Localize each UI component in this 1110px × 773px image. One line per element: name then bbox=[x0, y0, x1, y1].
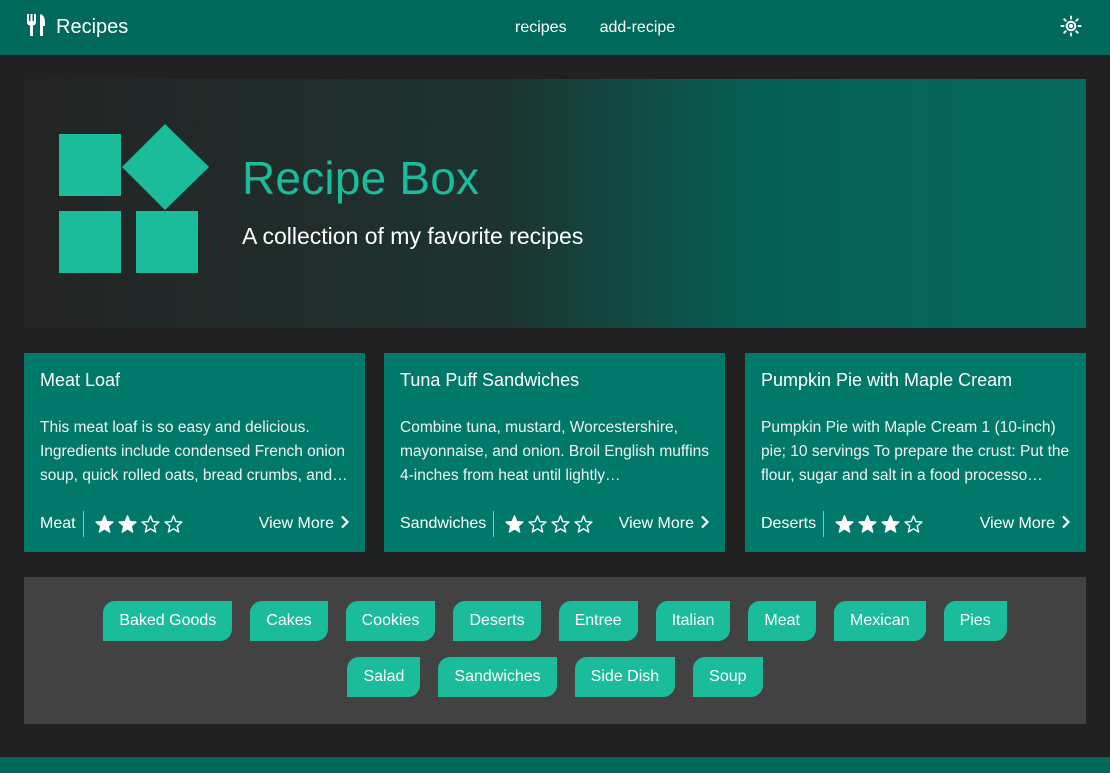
brand-label: Recipes bbox=[56, 16, 129, 38]
recipe-card: Tuna Puff Sandwiches Combine tuna, musta… bbox=[384, 353, 725, 552]
recipe-category-label: Meat bbox=[40, 511, 84, 537]
chevron-right-icon bbox=[340, 515, 350, 534]
star-outline-icon bbox=[574, 514, 593, 533]
star-rating bbox=[94, 514, 184, 535]
recipe-card-title: Tuna Puff Sandwiches bbox=[400, 370, 580, 390]
recipe-category-label: Sandwiches bbox=[400, 511, 495, 537]
star-rating bbox=[504, 514, 594, 535]
category-tag-pies[interactable]: Pies bbox=[943, 601, 1007, 641]
recipe-card-description: This meat loaf is so easy and delicious.… bbox=[40, 419, 348, 484]
recipe-card: Pumpkin Pie with Maple Cream Pumpkin Pie… bbox=[745, 353, 1086, 552]
category-tag-side-dish[interactable]: Side Dish bbox=[574, 657, 676, 697]
view-more-link[interactable]: View More bbox=[980, 515, 1071, 534]
star-outline-icon bbox=[904, 514, 923, 533]
category-tag-meat[interactable]: Meat bbox=[748, 601, 816, 641]
brand-link[interactable]: Recipes bbox=[26, 0, 128, 55]
category-tag-entree[interactable]: Entree bbox=[558, 601, 638, 641]
chevron-right-icon bbox=[700, 515, 710, 534]
nav-link-add-recipe[interactable]: add-recipe bbox=[600, 19, 676, 37]
recipe-card-footer: Meat View More bbox=[40, 511, 350, 537]
category-tag-list: Baked Goods Cakes Cookies Deserts Entree Ital… bbox=[24, 601, 1086, 697]
star-outline-icon bbox=[551, 514, 570, 533]
star-rating bbox=[834, 514, 924, 535]
hero-banner: Recipe Box A collection of my favorite r… bbox=[24, 79, 1086, 328]
recipe-card: Meat Loaf This meat loaf is so easy and … bbox=[24, 353, 365, 552]
recipe-card-description: Pumpkin Pie with Maple Cream 1 (10-inch)… bbox=[761, 419, 1070, 484]
recipe-category-label: Deserts bbox=[761, 511, 825, 537]
category-tag-soup[interactable]: Soup bbox=[693, 657, 763, 697]
category-tag-deserts[interactable]: Deserts bbox=[453, 601, 541, 641]
category-tag-sandwiches[interactable]: Sandwiches bbox=[438, 657, 557, 697]
nav-link-recipes[interactable]: recipes bbox=[515, 19, 567, 37]
hero-title: Recipe Box bbox=[242, 152, 480, 204]
recipe-card-title: Pumpkin Pie with Maple Cream bbox=[761, 370, 1013, 390]
top-navbar: Recipes recipes add-recipe bbox=[0, 0, 1110, 55]
star-outline-icon bbox=[528, 514, 547, 533]
view-more-label: View More bbox=[979, 515, 1055, 532]
footer-bar bbox=[0, 757, 1110, 773]
category-tag-salad[interactable]: Salad bbox=[347, 657, 421, 697]
chevron-right-icon bbox=[1061, 515, 1071, 534]
recipe-card-title: Meat Loaf bbox=[40, 370, 121, 390]
star-outline-icon bbox=[140, 514, 160, 533]
theme-toggle-button[interactable] bbox=[1059, 15, 1083, 42]
recipe-card-footer: Deserts View More bbox=[761, 511, 1071, 537]
fork-knife-icon bbox=[26, 14, 46, 41]
category-tag-cakes[interactable]: Cakes bbox=[250, 601, 328, 641]
view-more-link[interactable]: View More bbox=[619, 515, 710, 534]
star-filled-icon bbox=[117, 514, 137, 533]
category-tag-baked-goods[interactable]: Baked Goods bbox=[103, 601, 233, 641]
main-nav: recipes add-recipe bbox=[515, 0, 675, 55]
star-filled-icon bbox=[505, 514, 524, 533]
star-filled-icon bbox=[858, 514, 877, 533]
star-filled-icon bbox=[835, 514, 854, 533]
category-tag-italian[interactable]: Italian bbox=[655, 601, 731, 641]
view-more-label: View More bbox=[618, 515, 694, 532]
star-filled-icon bbox=[94, 514, 114, 533]
category-tag-cookies[interactable]: Cookies bbox=[345, 601, 436, 641]
blocks-logo-icon bbox=[59, 124, 209, 279]
sun-icon bbox=[1060, 15, 1082, 42]
category-tag-panel: Baked Goods Cakes Cookies Deserts Entree Ital… bbox=[24, 577, 1086, 724]
category-tag-mexican[interactable]: Mexican bbox=[833, 601, 926, 641]
hero-subtitle: A collection of my favorite recipes bbox=[242, 223, 584, 249]
star-filled-icon bbox=[881, 514, 900, 533]
view-more-label: View More bbox=[258, 515, 334, 532]
view-more-link[interactable]: View More bbox=[259, 515, 350, 534]
recipe-card-description: Combine tuna, mustard, Worcestershire, m… bbox=[400, 419, 710, 484]
recipe-card-footer: Sandwiches View More bbox=[400, 511, 710, 537]
star-outline-icon bbox=[163, 514, 183, 533]
